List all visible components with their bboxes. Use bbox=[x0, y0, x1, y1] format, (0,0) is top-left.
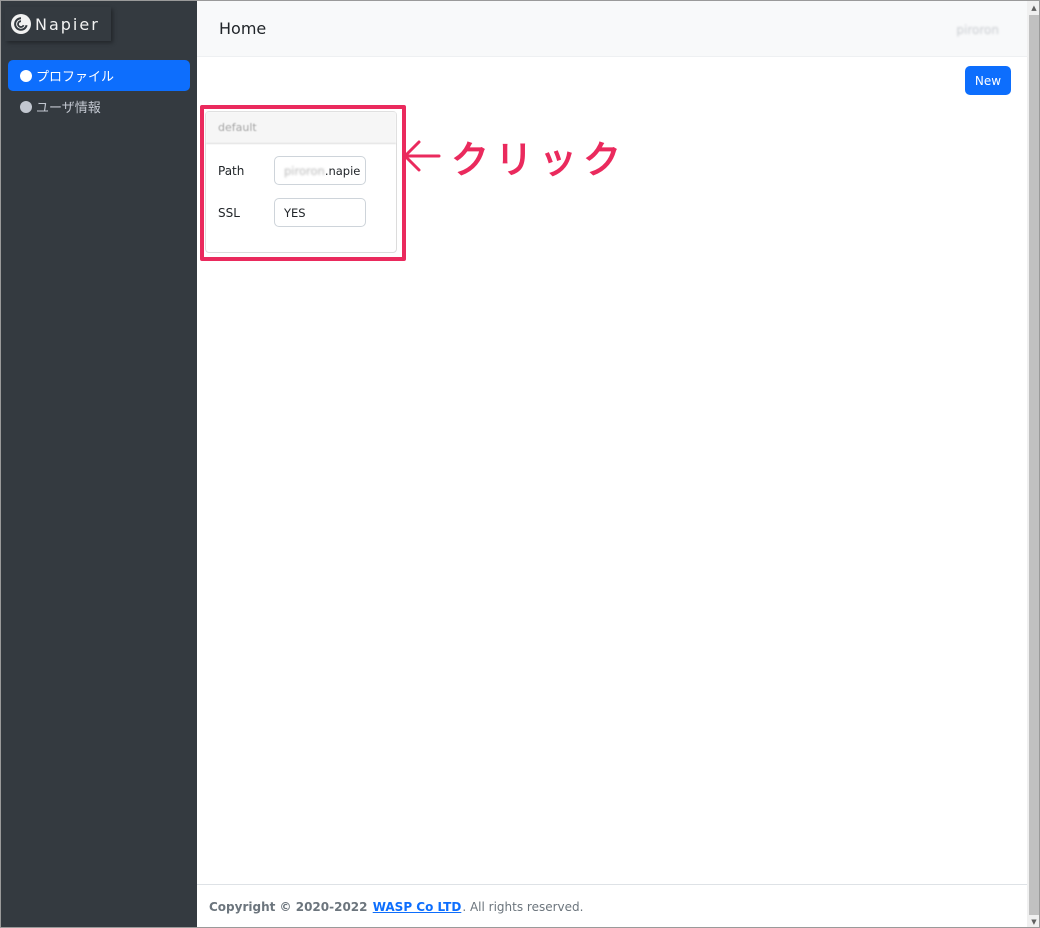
new-button[interactable]: New bbox=[965, 66, 1011, 95]
arrow-left-icon bbox=[403, 140, 441, 172]
ssl-field[interactable]: YES bbox=[274, 198, 366, 227]
napier-logo-icon bbox=[11, 14, 31, 34]
ssl-value: YES bbox=[284, 205, 306, 220]
path-value: .napie bbox=[324, 163, 361, 178]
scroll-down-icon[interactable]: ▼ bbox=[1027, 915, 1039, 927]
vertical-scrollbar[interactable]: ▲ ▼ bbox=[1027, 1, 1039, 927]
scrollbar-thumb[interactable] bbox=[1029, 15, 1039, 915]
ssl-label: SSL bbox=[218, 205, 240, 220]
footer: Copyright © 2020-2022 WASP Co LTD. All r… bbox=[197, 884, 1027, 927]
brand-name: Napier bbox=[35, 14, 100, 34]
footer-suffix: . All rights reserved. bbox=[462, 900, 584, 914]
sidebar-item-label: プロファイル bbox=[36, 70, 115, 85]
user-menu[interactable]: piroron bbox=[956, 23, 999, 37]
brand-link[interactable]: Napier bbox=[5, 7, 111, 41]
path-row: Path piroron .napie bbox=[218, 156, 366, 185]
footer-copyright: Copyright © 2020-2022 WASP Co LTD. All r… bbox=[209, 900, 583, 914]
path-label: Path bbox=[218, 163, 245, 178]
profile-card[interactable]: default Path piroron .napie SSL YES bbox=[205, 111, 397, 253]
footer-company-link[interactable]: WASP Co LTD bbox=[373, 900, 462, 914]
top-header: Home piroron bbox=[197, 1, 1027, 57]
path-value-blurred: piroron bbox=[284, 163, 325, 178]
ssl-row: SSL YES bbox=[218, 198, 366, 227]
sidebar-item-label: ユーザ情報 bbox=[36, 101, 101, 116]
path-field[interactable]: piroron .napie bbox=[274, 156, 366, 185]
circle-icon bbox=[20, 69, 32, 82]
sidebar: Napier プロファイル ユーザ情報 bbox=[1, 1, 197, 927]
sidebar-item-user-info[interactable]: ユーザ情報 bbox=[8, 91, 190, 122]
profile-card-title: default bbox=[206, 112, 396, 144]
page-title: Home bbox=[219, 19, 267, 38]
sidebar-item-profile[interactable]: プロファイル bbox=[8, 60, 190, 91]
scroll-up-icon[interactable]: ▲ bbox=[1027, 1, 1039, 15]
annotation-label: クリック bbox=[451, 138, 628, 182]
footer-prefix: Copyright © 2020-2022 bbox=[209, 900, 372, 914]
app-window: Napier プロファイル ユーザ情報 Home piroron New def… bbox=[0, 0, 1040, 928]
circle-icon bbox=[20, 100, 32, 113]
